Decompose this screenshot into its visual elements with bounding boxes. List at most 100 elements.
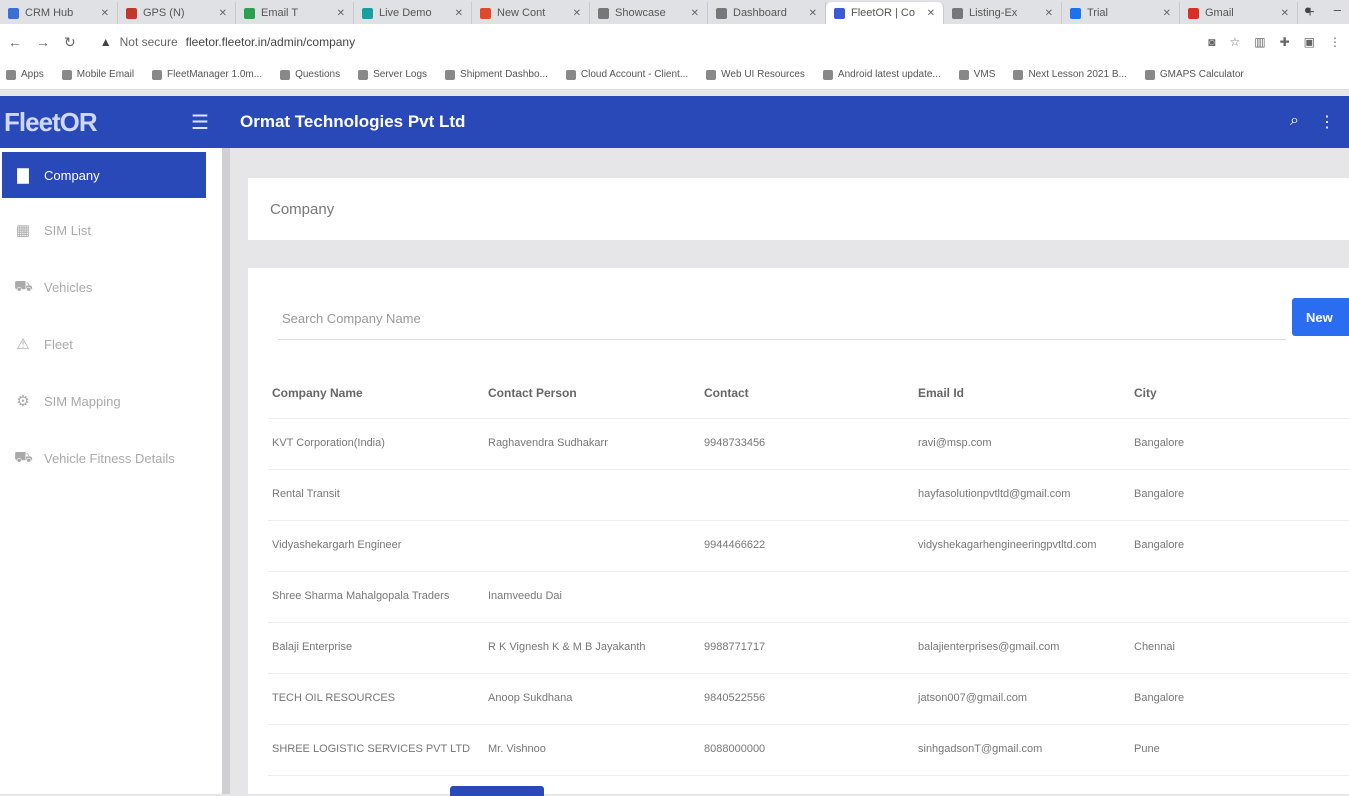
- sidebar-item-sim-mapping[interactable]: ⚙ SIM Mapping: [2, 376, 206, 426]
- bookmark-label: VMS: [973, 69, 996, 80]
- bookmark-item[interactable]: Android latest update...: [822, 69, 941, 80]
- forward-icon[interactable]: →: [36, 34, 50, 50]
- browser-tab[interactable]: GPS (N) ✕: [118, 2, 236, 24]
- tab-favicon-icon: [244, 7, 255, 19]
- truck-icon: ⛟: [14, 277, 33, 295]
- search-company-input[interactable]: [278, 298, 1286, 340]
- browser-tab[interactable]: Showcase ✕: [590, 2, 708, 24]
- reload-icon[interactable]: ↻: [64, 34, 76, 51]
- new-company-button[interactable]: New: [1292, 298, 1349, 336]
- menu-icon[interactable]: ⋮: [1329, 35, 1341, 49]
- column-header[interactable]: Contact Person: [484, 368, 700, 419]
- sidebar-item-label: Fleet: [44, 336, 73, 352]
- window-controls: ● –: [1304, 2, 1341, 17]
- tab-close-icon[interactable]: ✕: [455, 8, 463, 19]
- bookmark-item[interactable]: Server Logs: [358, 69, 427, 80]
- bookmark-item[interactable]: Cloud Account - Client...: [565, 69, 688, 80]
- table-row[interactable]: SHREE LOGISTIC SERVICES PVT LTD Mr. Vishn…: [268, 724, 1349, 776]
- sidebar-item-vehicle-fitness-details[interactable]: ⛟ Vehicle Fitness Details: [2, 433, 206, 483]
- table-row[interactable]: Shree Sharma Mahalgopala Traders Inamveed…: [268, 571, 1349, 623]
- bookmark-item[interactable]: GMAPS Calculator: [1144, 69, 1244, 80]
- tab-title: Email T: [261, 7, 299, 19]
- bookmark-label: Questions: [295, 69, 341, 80]
- sidebar-item-label: SIM Mapping: [44, 393, 121, 409]
- bookmark-item[interactable]: Questions: [280, 69, 340, 80]
- sidebar-item-fleet[interactable]: ⚠ Fleet: [2, 319, 206, 369]
- column-header[interactable]: Email Id: [914, 368, 1130, 419]
- sidebar-item-label: SIM List: [44, 222, 91, 238]
- fleet-icon: ⚠: [16, 336, 30, 353]
- url-field[interactable]: ▲ Not secure fleetor.fleetor.in/admin/co…: [90, 29, 1195, 55]
- bookmark-item[interactable]: Shipment Dashbo...: [445, 69, 548, 80]
- table-row[interactable]: TECH OIL RESOURCES Anoop Sukdhana 98405225…: [268, 673, 1349, 725]
- tab-favicon-icon: [126, 7, 137, 19]
- table-row[interactable]: Balaji Enterprise R K Vignesh K & M B Jay…: [268, 622, 1349, 674]
- tab-close-icon[interactable]: ✕: [927, 8, 935, 19]
- browser-tab[interactable]: Trial ✕: [1062, 2, 1180, 24]
- table-row[interactable]: KVT Corporation(India) Raghavendra Sudhak…: [268, 418, 1349, 470]
- bookmark-item[interactable]: Mobile Email: [61, 69, 134, 80]
- table-cell: vidyshekagarhengineeringpvtltd.com: [914, 520, 1130, 572]
- column-header[interactable]: City: [1130, 368, 1349, 419]
- tab-close-icon[interactable]: ✕: [101, 8, 109, 19]
- tab-close-icon[interactable]: ✕: [337, 8, 345, 19]
- puzzle-icon[interactable]: ✚: [1280, 35, 1290, 49]
- vehicle-icon: ⛟: [14, 448, 33, 466]
- browser-tab[interactable]: CRM Hub ✕: [0, 2, 118, 24]
- table-row[interactable]: Rental Transit hayfasolutionpvtltd@gmail.…: [268, 469, 1349, 521]
- table-cell: 9948733456: [700, 418, 914, 470]
- tab-close-icon[interactable]: ✕: [573, 8, 581, 19]
- bookmark-item[interactable]: Next Lesson 2021 B...: [1013, 69, 1127, 80]
- tab-close-icon[interactable]: ✕: [219, 8, 227, 19]
- table-cell: balajienterprises@gmail.com: [914, 622, 1130, 674]
- bookmark-favicon-icon: [958, 69, 969, 80]
- sidebar-item-vehicles[interactable]: ⛟ Vehicles: [2, 262, 206, 312]
- tab-favicon-icon: [362, 7, 373, 19]
- bookmark-label: FleetManager 1.0m...: [167, 69, 263, 80]
- tab-favicon-icon: [1070, 7, 1081, 19]
- tab-close-icon[interactable]: ✕: [691, 8, 699, 19]
- browser-tab[interactable]: Dashboard ✕: [708, 2, 826, 24]
- table-cell: Vidyashekargarh Engineer: [268, 520, 484, 572]
- browser-tab[interactable]: New Cont ✕: [472, 2, 590, 24]
- browser-tab[interactable]: Email T ✕: [236, 2, 354, 24]
- extension-icon[interactable]: ▥: [1254, 35, 1265, 49]
- media-icon[interactable]: ▣: [1304, 35, 1315, 49]
- table-cell: KVT Corporation(India): [268, 418, 484, 470]
- more-vert-icon[interactable]: ⋮: [1319, 112, 1335, 132]
- back-icon[interactable]: ←: [8, 34, 22, 50]
- table-cell: hayfasolutionpvtltd@gmail.com: [914, 469, 1130, 521]
- browser-tab[interactable]: Listing-Ex ✕: [944, 2, 1062, 24]
- tab-close-icon[interactable]: ✕: [1163, 8, 1171, 19]
- column-header[interactable]: Contact: [700, 368, 914, 419]
- bookmark-item[interactable]: FleetManager 1.0m...: [152, 69, 262, 80]
- profile-icon[interactable]: ●: [1304, 2, 1312, 17]
- hamburger-menu-icon[interactable]: ☰: [180, 110, 220, 135]
- bookmark-item[interactable]: Web UI Resources: [706, 69, 805, 80]
- tab-close-icon[interactable]: ✕: [1045, 8, 1053, 19]
- bookmark-favicon-icon: [358, 69, 369, 80]
- tab-close-icon[interactable]: ✕: [809, 8, 817, 19]
- sidebar-item-label: Vehicle Fitness Details: [44, 450, 175, 466]
- sidebar-item-company[interactable]: ▇ Company: [2, 152, 206, 198]
- minimize-icon[interactable]: –: [1334, 2, 1341, 17]
- star-icon[interactable]: ☆: [1229, 35, 1240, 49]
- tab-close-icon[interactable]: ✕: [1281, 8, 1289, 19]
- tab-favicon-icon: [952, 7, 963, 19]
- browser-tab[interactable]: Live Demo ✕: [354, 2, 472, 24]
- browser-tab[interactable]: Gmail ✕: [1180, 2, 1298, 24]
- cast-icon[interactable]: ◙: [1208, 35, 1215, 49]
- column-header[interactable]: Company Name: [268, 368, 484, 419]
- search-icon[interactable]: ⌕: [1290, 112, 1299, 132]
- sidebar-item-sim-list[interactable]: ▦ SIM List: [2, 205, 206, 255]
- extension-toolbar: ◙ ☆ ▥ ✚ ▣ ⋮: [1208, 35, 1341, 49]
- browser-tab[interactable]: FleetOR | Co ✕: [826, 2, 944, 24]
- bookmark-item[interactable]: VMS: [958, 69, 996, 80]
- table-row[interactable]: Vidyashekargarh Engineer 9944466622 vidysh…: [268, 520, 1349, 572]
- table-cell: 8088000000: [700, 724, 914, 776]
- tab-title: GPS (N): [143, 7, 185, 19]
- bottom-action-button[interactable]: [450, 786, 544, 796]
- tab-favicon-icon: [1188, 7, 1199, 19]
- bookmark-item[interactable]: Apps: [6, 69, 44, 80]
- bookmark-favicon-icon: [280, 69, 291, 80]
